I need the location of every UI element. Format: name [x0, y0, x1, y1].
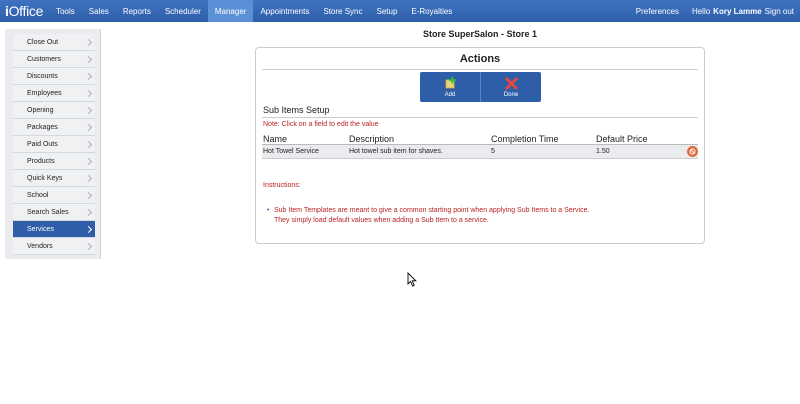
- add-label: Add: [444, 91, 456, 98]
- sidebar-item-label: Search Sales: [27, 208, 69, 216]
- sidebar-item-label: Paid Outs: [27, 140, 58, 148]
- delete-icon[interactable]: [686, 146, 698, 157]
- cell-description[interactable]: Hot towel sub item for shaves.: [349, 148, 491, 155]
- sidebar-item-label: Close Out: [27, 38, 59, 46]
- logo-text: Office: [8, 3, 44, 19]
- sidebar-item-services[interactable]: Services: [13, 221, 95, 238]
- chevron-right-icon: [84, 55, 93, 63]
- nav-e-royalties[interactable]: E-Royalties: [404, 0, 459, 22]
- sidebar-item-vendors[interactable]: Vendors: [13, 238, 95, 255]
- action-toolbar: Add Done: [420, 72, 541, 102]
- nav-setup[interactable]: Setup: [370, 0, 405, 22]
- nav-right: Preferences Hello Kory Lamme Sign out: [629, 0, 800, 22]
- done-button[interactable]: Done: [480, 72, 541, 102]
- nav-sales[interactable]: Sales: [82, 0, 116, 22]
- panel-title: Actions: [262, 48, 698, 70]
- instruction-line: They simply load default values when add…: [274, 217, 489, 224]
- user-name: Kory Lamme: [713, 6, 762, 16]
- sidebar-item-label: Opening: [27, 106, 54, 114]
- sidebar-item-close-out[interactable]: Close Out: [13, 34, 95, 51]
- add-button[interactable]: Add: [420, 72, 480, 102]
- instructions-list: Sub Item Templates are meant to give a c…: [267, 206, 589, 226]
- sidebar-item-label: Services: [27, 225, 54, 233]
- sidebar-item-label: Employees: [27, 89, 62, 97]
- sign-out-link[interactable]: Sign out: [765, 7, 794, 16]
- sidebar-item-label: Packages: [27, 123, 58, 131]
- sidebar: Close Out Customers Discounts Employees …: [5, 29, 101, 259]
- mouse-cursor-icon: [407, 272, 417, 287]
- sidebar-item-opening[interactable]: Opening: [13, 102, 95, 119]
- edit-note: Note: Click on a field to edit the value: [263, 121, 379, 128]
- nav-reports[interactable]: Reports: [116, 0, 158, 22]
- sidebar-item-employees[interactable]: Employees: [13, 85, 95, 102]
- chevron-right-icon: [84, 140, 93, 148]
- chevron-right-icon: [84, 174, 93, 182]
- done-icon: [504, 76, 518, 90]
- chevron-right-icon: [84, 89, 93, 97]
- add-icon: [444, 76, 456, 89]
- hello-text: Hello: [691, 6, 711, 16]
- chevron-right-icon: [84, 225, 93, 233]
- instruction-line: Sub Item Templates are meant to give a c…: [267, 206, 589, 216]
- cell-actions: [686, 146, 698, 157]
- cell-default-price[interactable]: 1.50: [596, 148, 686, 155]
- table-row: Hot Towel Service Hot towel sub item for…: [262, 145, 698, 159]
- chevron-right-icon: [84, 242, 93, 250]
- sub-items-table: Name Description Completion Time Default…: [262, 133, 698, 159]
- nav-store-sync[interactable]: Store Sync: [316, 0, 369, 22]
- top-nav: i Office Tools Sales Reports Scheduler Ma…: [0, 0, 800, 22]
- sidebar-item-label: Products: [27, 157, 55, 165]
- nav-preferences[interactable]: Preferences: [629, 0, 686, 22]
- done-label: Done: [503, 91, 519, 98]
- section-title: Sub Items Setup: [263, 105, 330, 115]
- nav-appointments[interactable]: Appointments: [253, 0, 316, 22]
- sidebar-item-quick-keys[interactable]: Quick Keys: [13, 170, 95, 187]
- sidebar-item-school[interactable]: School: [13, 187, 95, 204]
- col-default-price: Default Price: [596, 133, 648, 144]
- sidebar-item-discounts[interactable]: Discounts: [13, 68, 95, 85]
- instructions-title: Instructions:: [263, 182, 301, 189]
- chevron-right-icon: [84, 106, 93, 114]
- section-divider: [262, 117, 698, 118]
- chevron-right-icon: [84, 191, 93, 199]
- sidebar-item-packages[interactable]: Packages: [13, 119, 95, 136]
- sidebar-item-label: School: [27, 191, 49, 199]
- user-greeting: Hello Kory Lamme Sign out: [686, 0, 800, 22]
- cell-name[interactable]: Hot Towel Service: [262, 148, 349, 155]
- chevron-right-icon: [84, 123, 93, 131]
- nav-tools[interactable]: Tools: [49, 0, 82, 22]
- chevron-right-icon: [84, 38, 93, 46]
- nav-scheduler[interactable]: Scheduler: [158, 0, 208, 22]
- chevron-right-icon: [84, 208, 93, 216]
- sidebar-item-label: Vendors: [27, 242, 53, 250]
- col-name: Name: [263, 133, 288, 144]
- sidebar-item-label: Customers: [27, 55, 61, 63]
- sidebar-item-customers[interactable]: Customers: [13, 51, 95, 68]
- chevron-right-icon: [84, 157, 93, 165]
- col-completion-time: Completion Time: [491, 133, 559, 144]
- sidebar-item-paid-outs[interactable]: Paid Outs: [13, 136, 95, 153]
- sidebar-item-search-sales[interactable]: Search Sales: [13, 204, 95, 221]
- table-header: Name Description Completion Time Default…: [262, 133, 698, 145]
- app-logo[interactable]: i Office: [0, 0, 49, 22]
- sidebar-item-label: Quick Keys: [27, 174, 63, 182]
- cell-completion-time[interactable]: 5: [491, 148, 596, 155]
- store-title: Store SuperSalon - Store 1: [422, 29, 538, 39]
- col-description: Description: [349, 133, 395, 144]
- sidebar-item-label: Discounts: [27, 72, 58, 80]
- actions-panel: Actions Add Done Sub Items Setup Note: C…: [255, 47, 705, 244]
- sidebar-item-products[interactable]: Products: [13, 153, 95, 170]
- chevron-right-icon: [84, 72, 93, 80]
- nav-manager[interactable]: Manager: [207, 0, 254, 22]
